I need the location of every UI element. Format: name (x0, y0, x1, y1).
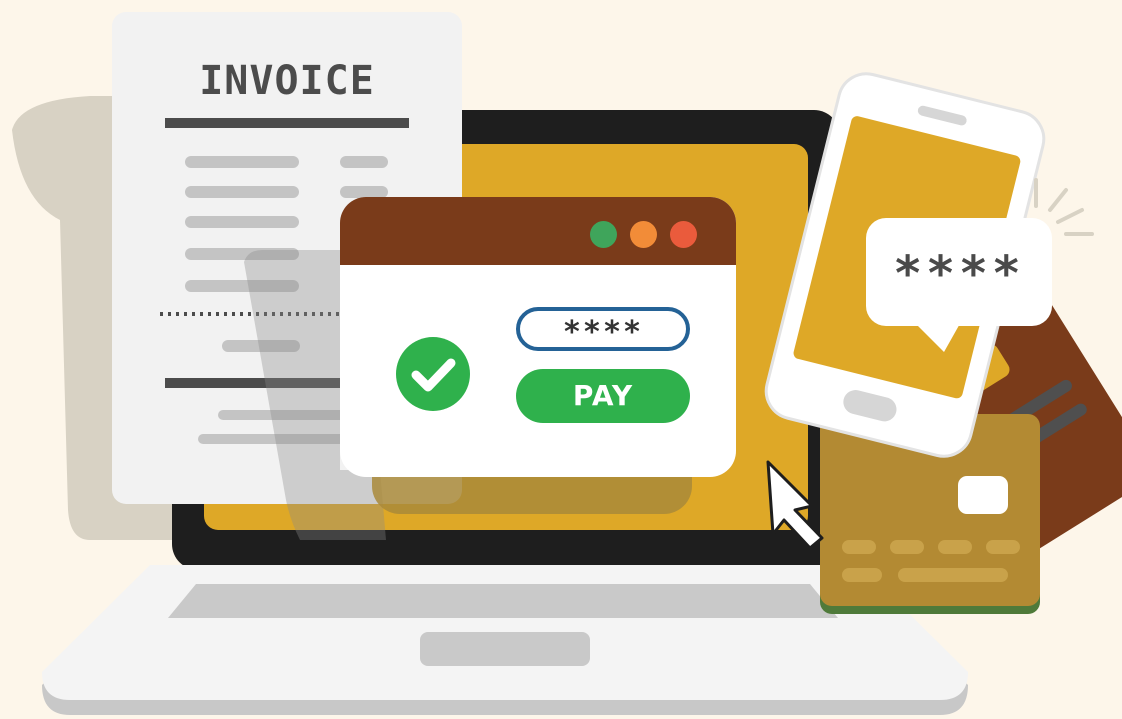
window-titlebar (340, 197, 736, 265)
window-dot-green[interactable] (590, 221, 617, 248)
laptop-trackpad (420, 632, 590, 666)
password-field[interactable]: **** (516, 307, 690, 351)
invoice-title: INVOICE (199, 58, 375, 104)
check-circle-icon (396, 337, 470, 411)
pay-button[interactable]: PAY (516, 369, 690, 423)
payment-illustration: INVOICE **** PAY **** (0, 0, 1122, 719)
window-dot-red[interactable] (670, 221, 697, 248)
card-chip (958, 476, 1008, 514)
laptop-keyboard (168, 584, 838, 618)
speech-bubble: **** (866, 218, 1052, 326)
window-dot-orange[interactable] (630, 221, 657, 248)
invoice-title-underline (165, 118, 409, 128)
payment-window: **** PAY (340, 197, 736, 477)
